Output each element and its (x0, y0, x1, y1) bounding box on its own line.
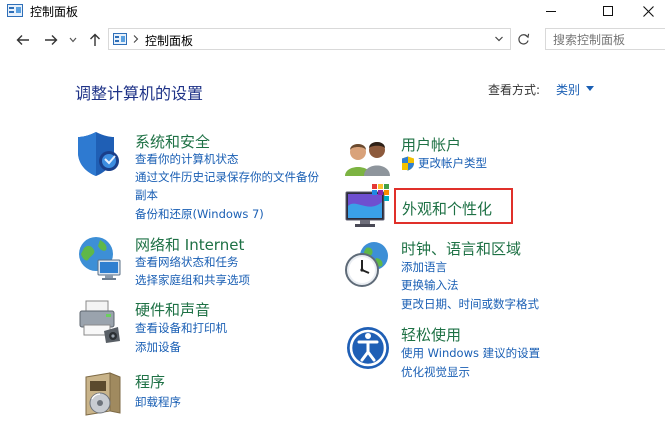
arrow-left-icon (16, 35, 29, 45)
maximize-button[interactable] (588, 0, 628, 22)
monitor-palette-icon[interactable] (344, 184, 392, 232)
shield-icon[interactable] (76, 130, 124, 178)
window-title: 控制面板 (30, 5, 79, 19)
back-button[interactable] (12, 27, 34, 53)
link-homegroup-sharing[interactable]: 选择家庭组和共享选项 (135, 271, 250, 289)
recent-locations-button[interactable] (66, 27, 80, 53)
network-globe-icon[interactable] (76, 234, 124, 282)
link-file-history-backup-cont[interactable]: 副本 (135, 186, 158, 204)
link-devices-printers[interactable]: 查看设备和打印机 (135, 319, 227, 337)
link-change-date-time-format[interactable]: 更改日期、时间或数字格式 (401, 295, 539, 313)
link-change-input-method[interactable]: 更换输入法 (401, 276, 459, 294)
control-panel-icon (7, 4, 23, 17)
category-network-internet[interactable]: 网络和 Internet (135, 234, 244, 255)
link-change-account-type[interactable]: 更改帐户类型 (418, 154, 487, 172)
accessibility-icon[interactable] (346, 324, 394, 372)
refresh-button[interactable] (513, 28, 533, 50)
search-input[interactable] (553, 33, 663, 47)
highlight-annotation (394, 188, 513, 224)
disc-box-icon[interactable] (80, 369, 128, 417)
link-recommended-settings[interactable]: 使用 Windows 建议的设置 (401, 344, 540, 362)
close-icon (642, 5, 654, 17)
arrow-up-icon (90, 33, 100, 46)
minimize-icon (546, 11, 556, 12)
clock-globe-icon[interactable] (344, 240, 392, 288)
chevron-down-icon (69, 37, 77, 43)
link-file-history-backup[interactable]: 通过文件历史记录保存你的文件备份 (135, 168, 319, 186)
control-panel-icon (113, 33, 127, 45)
close-button[interactable] (628, 0, 665, 22)
category-hardware-sound[interactable]: 硬件和声音 (135, 299, 210, 320)
category-user-accounts[interactable]: 用户帐户 (401, 134, 461, 155)
refresh-icon (517, 33, 529, 45)
category-clock-language-region[interactable]: 时钟、语言和区域 (401, 238, 521, 259)
dropdown-arrow-icon[interactable] (586, 86, 594, 91)
minimize-button[interactable] (531, 0, 571, 22)
breadcrumb-separator-icon (133, 35, 139, 43)
uac-shield-icon (402, 156, 414, 171)
maximize-icon (603, 6, 613, 16)
view-by-label: 查看方式: (488, 83, 541, 97)
link-network-status-tasks[interactable]: 查看网络状态和任务 (135, 253, 239, 271)
navigation-bar: 控制面板 (0, 27, 665, 53)
title-bar: 控制面板 (0, 0, 665, 22)
printer-icon[interactable] (76, 297, 124, 345)
category-programs[interactable]: 程序 (135, 371, 165, 392)
address-dropdown-icon[interactable] (494, 32, 504, 46)
category-ease-of-access[interactable]: 轻松使用 (401, 324, 461, 345)
link-view-computer-status[interactable]: 查看你的计算机状态 (135, 150, 239, 168)
link-add-device[interactable]: 添加设备 (135, 338, 181, 356)
page-title: 调整计算机的设置 (75, 84, 204, 103)
users-icon[interactable] (344, 136, 392, 184)
link-backup-restore[interactable]: 备份和还原(Windows 7) (135, 205, 264, 223)
forward-button[interactable] (40, 27, 62, 53)
category-system-security[interactable]: 系统和安全 (135, 131, 210, 152)
link-add-language[interactable]: 添加语言 (401, 258, 447, 276)
breadcrumb[interactable]: 控制面板 (145, 32, 193, 49)
link-optimize-visual-display[interactable]: 优化视觉显示 (401, 363, 470, 381)
up-button[interactable] (85, 27, 105, 53)
search-box[interactable] (545, 28, 665, 50)
view-by-dropdown[interactable]: 类别 (556, 81, 580, 98)
arrow-right-icon (45, 35, 58, 45)
link-uninstall-program[interactable]: 卸载程序 (135, 393, 181, 411)
address-bar[interactable]: 控制面板 (108, 28, 511, 50)
